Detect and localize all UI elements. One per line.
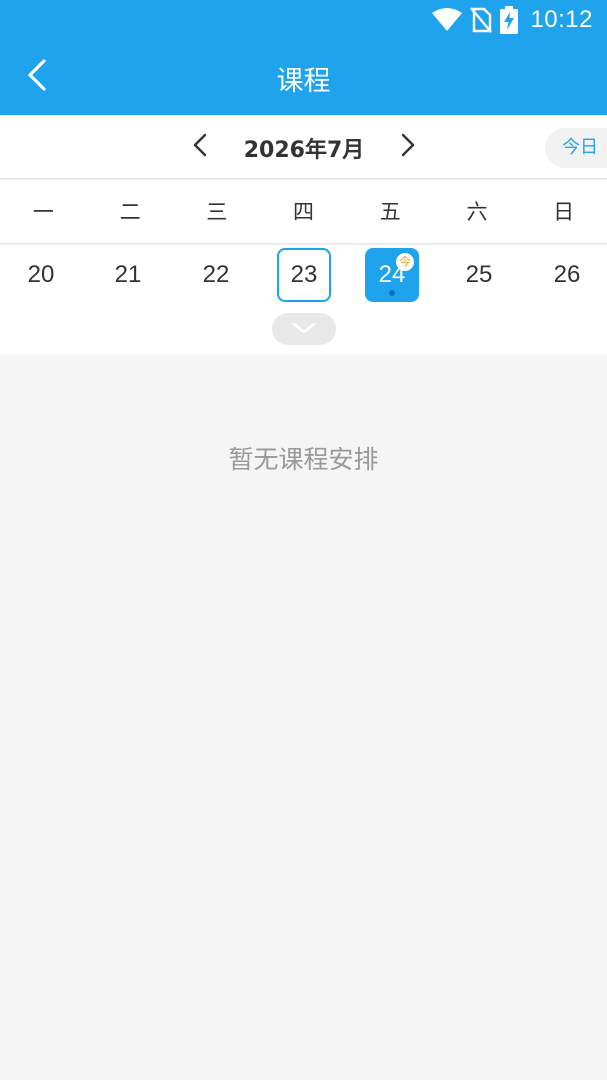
weekday-fri: 五 — [379, 200, 401, 224]
weekday-sun: 日 — [553, 200, 575, 224]
month-label: 2026年7月 — [243, 138, 365, 163]
wifi-icon — [432, 8, 463, 32]
empty-state-message: 暂无课程安排 — [228, 445, 379, 474]
date-cell-selected[interactable]: 24 今 — [365, 248, 419, 302]
status-time: 10:12 — [530, 6, 593, 33]
weekday-mon: 一 — [32, 200, 54, 224]
today-badge: 今 — [396, 253, 414, 271]
page-title: 课程 — [276, 66, 331, 97]
weekday-thu: 四 — [293, 200, 315, 224]
month-navigator: 2026年7月 今日 — [0, 115, 607, 179]
expand-calendar-button[interactable] — [272, 313, 336, 345]
date-cell[interactable]: 22 — [189, 248, 243, 302]
date-number: 22 — [202, 261, 230, 288]
chevron-down-icon — [291, 320, 317, 339]
battery-charging-icon — [500, 6, 519, 34]
weekday-header: 一 二 三 四 五 六 日 — [0, 180, 607, 244]
weekday-tue: 二 — [119, 200, 141, 224]
weekday-wed: 三 — [206, 200, 228, 224]
previous-month-button[interactable] — [182, 129, 218, 165]
date-cell[interactable]: 26 — [540, 248, 594, 302]
status-bar: 10:12 — [0, 0, 607, 40]
no-sim-icon — [470, 7, 493, 33]
date-number: 25 — [465, 261, 493, 288]
date-number: 26 — [553, 261, 581, 288]
date-number: 23 — [290, 261, 318, 288]
next-month-button[interactable] — [390, 129, 426, 165]
date-number: 20 — [27, 261, 55, 288]
date-cell-outlined[interactable]: 23 — [277, 248, 331, 302]
event-dot — [389, 290, 395, 296]
app-bar: 课程 — [0, 40, 607, 115]
today-button[interactable]: 今日 — [545, 128, 607, 168]
top-header: 10:12 课程 — [0, 0, 607, 115]
chevron-left-icon — [192, 133, 208, 161]
date-cell[interactable]: 20 — [14, 248, 68, 302]
week-dates: 20 21 22 23 24 今 25 26 — [0, 245, 607, 354]
date-cell[interactable]: 25 — [452, 248, 506, 302]
weekday-sat: 六 — [466, 200, 488, 224]
date-cell[interactable]: 21 — [101, 248, 155, 302]
status-icons: 10:12 — [432, 6, 593, 34]
chevron-right-icon — [400, 133, 416, 161]
date-number: 21 — [114, 261, 142, 288]
